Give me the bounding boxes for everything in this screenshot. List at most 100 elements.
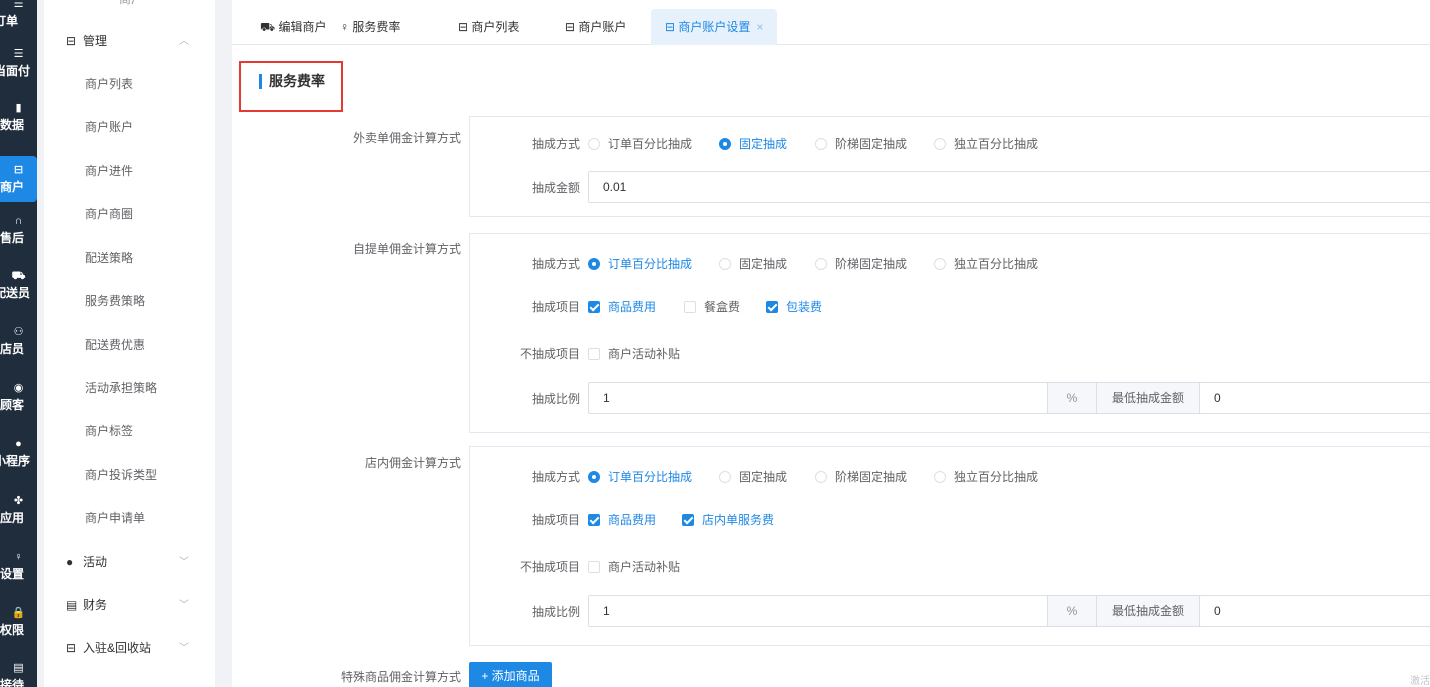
store-icon: ⊟ bbox=[665, 20, 676, 34]
instore-min-input[interactable]: 0 bbox=[1199, 595, 1430, 627]
pickup-ratio-input[interactable]: 1 bbox=[588, 382, 1048, 414]
store-icon: ⊟ bbox=[565, 20, 576, 34]
instore-check-service-fee[interactable]: 店内单服务费 bbox=[682, 511, 774, 528]
chevron-down-icon: ﹀ bbox=[179, 643, 189, 654]
pickup-check-packing-fee[interactable]: 包装费 bbox=[766, 298, 822, 315]
instore-radio-tiered-fixed[interactable]: 阶梯固定抽成 bbox=[815, 468, 907, 485]
rail-item-reception[interactable]: ▤ 接待 bbox=[0, 660, 37, 687]
menu-item-activity-cost-strategy[interactable]: 活动承担策略 bbox=[44, 367, 215, 410]
takeout-radio-order-percent[interactable]: 订单百分比抽成 bbox=[588, 135, 692, 152]
rail-item-permissions[interactable]: 🔒 权限 bbox=[0, 605, 37, 651]
rail-item-orders[interactable]: ☰ 订单 bbox=[0, 0, 37, 42]
pickup-radio-fixed[interactable]: 固定抽成 bbox=[719, 255, 787, 272]
menu-item-merchant-tags[interactable]: 商户标签 bbox=[44, 410, 215, 453]
customer-icon: ◉ bbox=[13, 382, 24, 394]
secondary-menu: 商户 ⊟管理 ︿ 商户列表 商户账户 商户进件 商户商圈 配送策略 服务费策略 … bbox=[44, 0, 215, 687]
pickup-check-goods-fee[interactable]: 商品费用 bbox=[588, 298, 656, 315]
store-icon: ⊟ bbox=[66, 34, 77, 48]
tab-merchant-list[interactable]: ⊟ 商户列表 bbox=[458, 9, 519, 45]
instore-ratio-unit: % bbox=[1047, 595, 1097, 627]
watermark: 激活 bbox=[1410, 676, 1430, 687]
apps-icon: ✤ bbox=[13, 495, 24, 507]
rail-item-mini-program[interactable]: ● 小程序 bbox=[0, 436, 37, 482]
pickup-ratio-label: 抽成比例 bbox=[531, 392, 580, 406]
rail-item-apps[interactable]: ✤ 应用 bbox=[0, 493, 37, 539]
instore-radio-independent-percent[interactable]: 独立百分比抽成 bbox=[934, 468, 1038, 485]
rail-item-customers[interactable]: ◉ 顾客 bbox=[0, 380, 37, 426]
menu-item-merchant-district[interactable]: 商户商圈 bbox=[44, 193, 215, 236]
takeout-amount-input[interactable]: 0.01 bbox=[588, 171, 1430, 203]
pickup-check-box-fee[interactable]: 餐盒费 bbox=[684, 298, 740, 315]
menu-item-delivery-strategy[interactable]: 配送策略 bbox=[44, 237, 215, 280]
menu-item-delivery-fee-discount[interactable]: 配送费优惠 bbox=[44, 324, 215, 367]
lock-icon: 🔒 bbox=[11, 607, 26, 619]
menu-item-service-fee-strategy[interactable]: 服务费策略 bbox=[44, 280, 215, 323]
takeout-radio-fixed[interactable]: 固定抽成 bbox=[719, 135, 787, 152]
tab-merchant-account[interactable]: ⊟ 商户账户 bbox=[565, 9, 626, 45]
menu-group-finance[interactable]: ▤ 财务 ﹀ bbox=[44, 584, 215, 627]
menu-item-merchant-partial[interactable]: 商户 bbox=[44, 0, 215, 21]
pickup-radio-independent-percent[interactable]: 独立百分比抽成 bbox=[934, 255, 1038, 272]
takeout-section-label: 外卖单佣金计算方式 bbox=[352, 131, 461, 145]
menu-group-activity[interactable]: ● 活动 ﹀ bbox=[44, 541, 215, 584]
rail-item-after-sale[interactable]: ∩ 售后 bbox=[0, 213, 37, 259]
menu-item-merchant-account[interactable]: 商户账户 bbox=[44, 106, 215, 149]
menu-group-manage[interactable]: ⊟ 管理 ︿ bbox=[44, 20, 215, 63]
scooter-icon: ⛟ bbox=[260, 20, 276, 34]
takeout-amount-label: 抽成金额 bbox=[531, 181, 580, 195]
rail-item-settings[interactable]: ♀ 设置 bbox=[0, 549, 37, 595]
users-icon: ♀ bbox=[340, 20, 349, 34]
menu-item-complaint-types[interactable]: 商户投诉类型 bbox=[44, 454, 215, 497]
instore-check-merchant-subsidy[interactable]: 商户活动补贴 bbox=[588, 558, 680, 575]
tab-merchant-account-settings[interactable]: ⊟ 商户账户设置 × bbox=[651, 9, 778, 45]
takeout-section: 抽成方式 订单百分比抽成 固定抽成 阶梯固定抽成 独立百分比抽成 抽成金额 0.… bbox=[469, 116, 1430, 217]
takeout-radio-independent-percent[interactable]: 独立百分比抽成 bbox=[934, 135, 1038, 152]
activity-icon: ● bbox=[66, 555, 74, 569]
tab-service-rate[interactable]: ♀ 服务费率 bbox=[340, 9, 400, 45]
chevron-up-icon: ︿ bbox=[179, 36, 189, 47]
rail-item-face-pay[interactable]: ☰ 当面付 bbox=[0, 46, 37, 92]
pickup-check-merchant-subsidy[interactable]: 商户活动补贴 bbox=[588, 345, 680, 362]
rail-item-merchant[interactable]: ⊟ 商户 bbox=[0, 156, 37, 202]
pickup-items-label: 抽成项目 bbox=[531, 300, 580, 314]
instore-section: 抽成方式 订单百分比抽成 固定抽成 阶梯固定抽成 独立百分比抽成 抽成项目 商品… bbox=[469, 446, 1430, 646]
instore-method-label: 抽成方式 bbox=[531, 470, 580, 484]
takeout-radio-tiered-fixed[interactable]: 阶梯固定抽成 bbox=[815, 135, 907, 152]
pickup-min-input[interactable]: 0 bbox=[1199, 382, 1430, 414]
rail-item-courier[interactable]: ⛟ 配送员 bbox=[0, 268, 37, 314]
pickup-method-label: 抽成方式 bbox=[531, 257, 580, 271]
store-icon: ⊟ bbox=[66, 641, 77, 655]
title-accent-bar bbox=[259, 74, 262, 89]
list-icon: ☰ bbox=[13, 0, 24, 10]
instore-radio-fixed[interactable]: 固定抽成 bbox=[719, 468, 787, 485]
pickup-min-label: 最低抽成金额 bbox=[1096, 382, 1200, 414]
rail-item-data[interactable]: ▮ 数据 bbox=[0, 100, 37, 146]
pickup-radio-order-percent[interactable]: 订单百分比抽成 bbox=[588, 255, 692, 272]
instore-radio-order-percent[interactable]: 订单百分比抽成 bbox=[588, 468, 692, 485]
menu-group-onboarding-recycle[interactable]: ⊟ 入驻&回收站 ﹀ bbox=[44, 627, 215, 670]
instore-ratio-input[interactable]: 1 bbox=[588, 595, 1048, 627]
menu-item-merchant-onboarding[interactable]: 商户进件 bbox=[44, 150, 215, 193]
chevron-down-icon: ﹀ bbox=[179, 557, 189, 568]
tab-edit-merchant[interactable]: ⛟ 编辑商户 bbox=[260, 9, 326, 45]
pickup-exclude-label: 不抽成项目 bbox=[519, 347, 580, 361]
menu-item-merchant-list[interactable]: 商户列表 bbox=[44, 63, 215, 106]
settings-icon: ♀ bbox=[14, 551, 23, 563]
store-icon: ⊟ bbox=[13, 164, 24, 176]
chevron-down-icon: ﹀ bbox=[179, 600, 189, 611]
wechat-icon: ● bbox=[15, 438, 22, 450]
instore-check-goods-fee[interactable]: 商品费用 bbox=[588, 511, 656, 528]
close-icon[interactable]: × bbox=[756, 20, 763, 34]
instore-min-label: 最低抽成金额 bbox=[1096, 595, 1200, 627]
users-icon: ⚇ bbox=[13, 326, 24, 338]
pickup-radio-tiered-fixed[interactable]: 阶梯固定抽成 bbox=[815, 255, 907, 272]
special-section-label: 特殊商品佣金计算方式 bbox=[340, 670, 461, 684]
tab-bar: ⛟ 编辑商户 ♀ 服务费率 ⊟ 商户列表 ⊟ 商户账户 ⊟ 商户账户设置 × bbox=[232, 0, 1430, 45]
pickup-section: 抽成方式 订单百分比抽成 固定抽成 阶梯固定抽成 独立百分比抽成 抽成项目 商品… bbox=[469, 233, 1430, 433]
add-goods-button[interactable]: + 添加商品 bbox=[469, 662, 552, 687]
rail-item-staff[interactable]: ⚇ 店员 bbox=[0, 324, 37, 370]
store-icon: ⊟ bbox=[458, 20, 469, 34]
takeout-method-label: 抽成方式 bbox=[531, 137, 580, 151]
menu-item-merchant-applications[interactable]: 商户申请单 bbox=[44, 497, 215, 540]
pickup-section-label: 自提单佣金计算方式 bbox=[352, 242, 461, 256]
